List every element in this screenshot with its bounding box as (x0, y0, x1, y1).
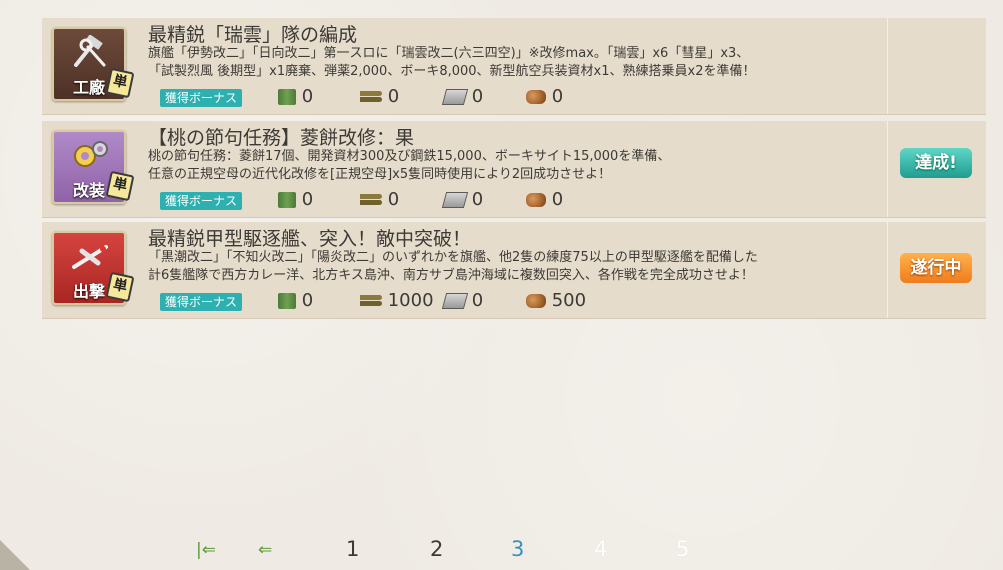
reward-ammo-value: 0 (387, 86, 400, 107)
reward-steel-value: 0 (471, 189, 484, 210)
one-time-badge: 単 (105, 170, 135, 202)
hammer-wrench-icon (74, 35, 106, 67)
page-4[interactable]: 4 (594, 537, 607, 561)
pagination: |⇐ ⇐ 1 2 3 4 5 (190, 534, 730, 564)
bonus-label: 獲得ボーナス (160, 192, 243, 210)
prev-page-icon: ⇐ (258, 540, 273, 560)
reward-bauxite-value: 0 (551, 189, 564, 210)
reward-bauxite-value: 0 (551, 86, 564, 107)
reward-steel: 0 (441, 85, 484, 109)
page-3-current[interactable]: 3 (511, 537, 524, 561)
steel-icon (441, 89, 469, 105)
first-page-icon: |⇐ (196, 540, 216, 560)
quest-description-line: 桃の節句任務：菱餅17個、開発資材300及び鋼鉄15,000、ボーキサイト15,… (148, 149, 671, 164)
fuel-icon (278, 89, 296, 105)
one-time-badge: 単 (105, 271, 135, 303)
quest-status-in-progress: 遂行中 (900, 253, 972, 283)
bonus-label: 獲得ボーナス (160, 293, 243, 311)
reward-fuel: 0 (278, 289, 313, 313)
ammo-icon (360, 194, 382, 206)
prev-page-button[interactable]: ⇐ (258, 540, 272, 560)
corner-ornament (0, 540, 30, 570)
steel-icon (441, 293, 469, 309)
reward-ammo-value: 1000 (387, 290, 434, 311)
reward-steel: 0 (441, 188, 484, 212)
quest-description: 桃の節句任務：菱餅17個、開発資材300及び鋼鉄15,000、ボーキサイト15,… (148, 148, 874, 184)
quest-title: 最精鋭甲型駆逐艦、突入！敵中突破！ (148, 228, 472, 250)
quest-description-line: 旗艦「伊勢改二」「日向改二」第一スロに「瑞雲改二(六三四空)」※改修max。「瑞… (148, 46, 750, 61)
quest-title: 【桃の節句任務】菱餅改修：果 (148, 127, 415, 149)
reward-ammo: 0 (360, 85, 399, 109)
fuel-icon (278, 293, 296, 309)
bauxite-icon (526, 294, 546, 308)
one-time-badge: 単 (105, 67, 135, 99)
reward-ammo: 1000 (360, 289, 434, 313)
ammo-icon (360, 91, 382, 103)
reward-steel: 0 (441, 289, 484, 313)
page-5[interactable]: 5 (676, 537, 689, 561)
reward-steel-value: 0 (471, 86, 484, 107)
reward-fuel: 0 (278, 85, 313, 109)
reward-bauxite: 0 (526, 85, 563, 109)
quest-description-line: 「黒潮改二」「不知火改二」「陽炎改二」のいずれかを旗艦、他2隻の練度75以上の甲… (148, 250, 758, 265)
bauxite-icon (526, 193, 546, 207)
quest-description-line: 「試製烈風 後期型」x1廃棄、弾薬2,000、ボーキ8,000、新型航空兵装資材… (148, 64, 756, 79)
quest-title: 最精鋭「瑞雲」隊の編成 (148, 24, 358, 46)
reward-bauxite-value: 500 (551, 290, 587, 311)
quest-row[interactable]: 工廠 単 最精鋭「瑞雲」隊の編成 旗艦「伊勢改二」「日向改二」第一スロに「瑞雲改… (42, 18, 986, 115)
reward-fuel-value: 0 (301, 189, 314, 210)
quest-description: 「黒潮改二」「不知火改二」「陽炎改二」のいずれかを旗艦、他2隻の練度75以上の甲… (148, 249, 874, 285)
first-page-button[interactable]: |⇐ (196, 540, 216, 560)
reward-fuel-value: 0 (301, 290, 314, 311)
bonus-label: 獲得ボーナス (160, 89, 243, 107)
steel-icon (441, 192, 469, 208)
reward-fuel-value: 0 (301, 86, 314, 107)
quest-status-slot (887, 18, 986, 114)
reward-bauxite: 500 (526, 289, 586, 313)
page-2[interactable]: 2 (430, 537, 443, 561)
page-1[interactable]: 1 (346, 537, 359, 561)
bauxite-icon (526, 90, 546, 104)
quest-row[interactable]: 改装 単 【桃の節句任務】菱餅改修：果 桃の節句任務：菱餅17個、開発資材300… (42, 121, 986, 218)
ammo-icon (360, 295, 382, 307)
reward-steel-value: 0 (471, 290, 484, 311)
reward-ammo-value: 0 (387, 189, 400, 210)
quest-description: 旗艦「伊勢改二」「日向改二」第一スロに「瑞雲改二(六三四空)」※改修max。「瑞… (148, 45, 874, 81)
plane-icon (72, 245, 108, 269)
quest-row[interactable]: 出撃 単 最精鋭甲型駆逐艦、突入！敵中突破！ 「黒潮改二」「不知火改二」「陽炎改… (42, 222, 986, 319)
quest-description-line: 計6隻艦隊で西方カレー洋、北方キス島沖、南方サブ島沖海域に複数回突入、各作戦を完… (148, 268, 754, 283)
reward-bauxite: 0 (526, 188, 563, 212)
gears-icon (74, 141, 108, 167)
fuel-icon (278, 192, 296, 208)
reward-ammo: 0 (360, 188, 399, 212)
quest-status-completed: 達成! (900, 148, 972, 178)
quest-description-line: 任意の正規空母の近代化改修を[正規空母]x5隻同時使用により2回成功させよ！ (148, 167, 612, 182)
reward-fuel: 0 (278, 188, 313, 212)
